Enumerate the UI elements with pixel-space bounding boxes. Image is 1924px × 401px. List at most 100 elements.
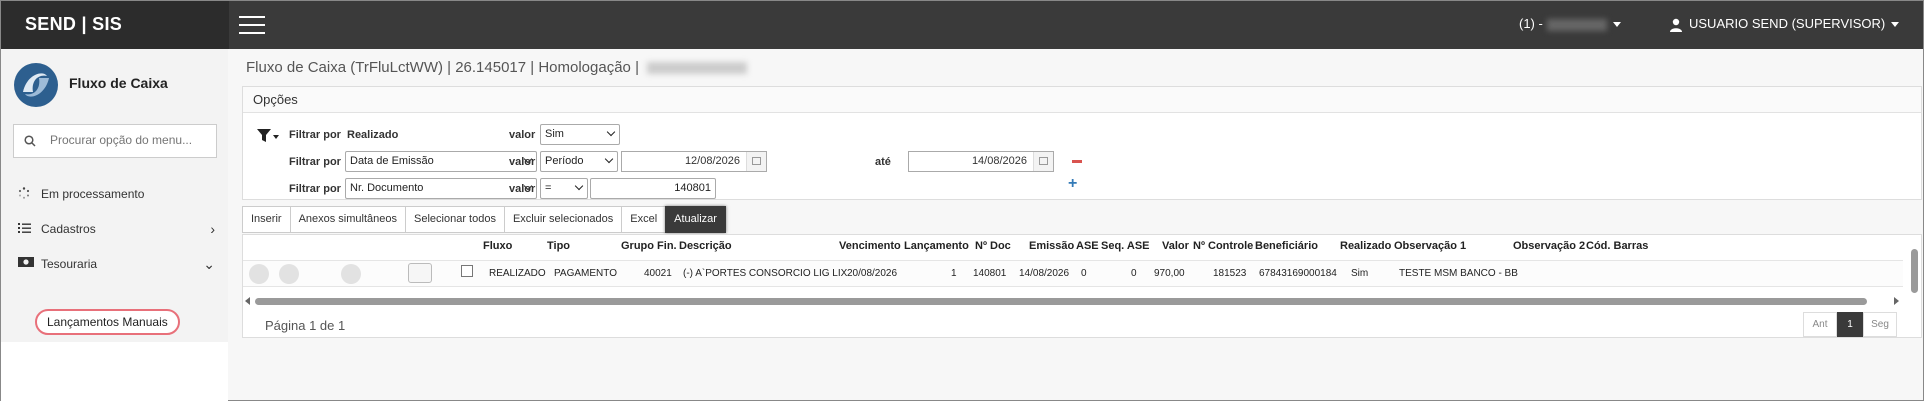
calendar-icon[interactable] [746, 152, 766, 171]
sidebar-footer [1, 342, 229, 401]
cell-fluxo: REALIZADO [489, 268, 546, 279]
cell-obs1: TESTE MSM BANCO - BB [1399, 268, 1518, 279]
excel-button[interactable]: Excel [621, 206, 666, 233]
search-icon [24, 135, 36, 147]
cell-tipo: PAGAMENTO [554, 268, 617, 279]
chevron-down-icon [606, 127, 616, 137]
scroll-left-icon[interactable] [245, 297, 250, 305]
filter-label: Filtrar por [289, 156, 341, 168]
link-icon[interactable] [341, 264, 361, 284]
user-icon [1670, 18, 1682, 32]
select-value: = [545, 182, 552, 194]
scroll-right-icon[interactable] [1894, 297, 1899, 305]
col-header-cod-barras[interactable]: Cód. Barras [1586, 240, 1648, 252]
page-title-text: Fluxo de Caixa (TrFluLctWW) | 26.145017 … [246, 59, 639, 76]
col-header-ase[interactable]: ASE [1076, 240, 1099, 252]
select-value: Período [545, 155, 584, 167]
brand-logo[interactable]: SEND | SIS [1, 1, 229, 49]
grid-toolbar: Inserir Anexos simultâneos Selecionar to… [242, 206, 726, 233]
chevron-down-icon: ⌄ [203, 256, 215, 272]
money-icon [18, 257, 34, 267]
col-header-ndoc[interactable]: Nº Doc [975, 240, 1011, 252]
filter-icon[interactable] [257, 129, 279, 143]
attachment-icon[interactable] [408, 263, 432, 283]
cell-lancamento: 1 [951, 268, 957, 279]
row-select-checkbox[interactable] [461, 265, 473, 277]
atualizar-button[interactable]: Atualizar [665, 206, 726, 233]
view-icon[interactable] [249, 264, 269, 284]
ate-label: até [875, 156, 891, 168]
menu-search-input[interactable] [50, 133, 210, 147]
spinner-icon [18, 187, 30, 199]
chevron-down-icon [574, 181, 584, 191]
next-page-button[interactable]: Seg [1863, 312, 1897, 337]
col-header-descricao[interactable]: Descrição [679, 240, 732, 252]
col-header-beneficiario[interactable]: Beneficiário [1255, 240, 1318, 252]
col-header-lancamento[interactable]: Lançamento [904, 240, 969, 252]
select-value: Sim [545, 128, 564, 140]
menu-search[interactable] [13, 124, 217, 158]
company-selector[interactable]: (1) - [1519, 16, 1621, 31]
date-to-input[interactable]: 14/08/2026 [908, 151, 1054, 172]
filter-field-realizado: Realizado [347, 129, 399, 141]
col-header-tipo[interactable]: Tipo [547, 240, 570, 252]
filter-op-select-equals[interactable]: = [540, 178, 588, 199]
cell-seq-ase: 0 [1131, 268, 1137, 279]
list-icon [18, 223, 31, 233]
excluir-selecionados-button[interactable]: Excluir selecionados [503, 206, 622, 233]
page-title: Fluxo de Caixa (TrFluLctWW) | 26.145017 … [246, 59, 747, 76]
sidebar: Fluxo de Caixa Em processamento Cadastro… [0, 49, 229, 401]
filter-op-select-periodo[interactable]: Período [540, 151, 618, 172]
options-header: Opções [243, 87, 1921, 113]
sidebar-item-label: Em processamento [41, 187, 145, 201]
col-header-obs2[interactable]: Observação 2 [1513, 240, 1585, 252]
results-grid: Fluxo Tipo Grupo Fin. Descrição Vencimen… [242, 234, 1922, 338]
add-filter-button[interactable]: + [1068, 175, 1077, 193]
select-value: Data de Emissão [350, 155, 434, 167]
col-header-fluxo[interactable]: Fluxo [483, 240, 512, 252]
cell-ncontrole: 181523 [1213, 268, 1247, 279]
user-name: USUARIO SEND (SUPERVISOR) [1689, 16, 1886, 31]
col-header-ncontrole[interactable]: Nº Controle [1193, 240, 1253, 252]
sidebar-subitem-lancamentos-manuais[interactable]: Lançamentos Manuais [35, 309, 180, 335]
date-from-value: 12/08/2026 [684, 155, 740, 167]
document-number-input[interactable]: 140801 [590, 178, 716, 199]
anexos-simultaneos-button[interactable]: Anexos simultâneos [289, 206, 406, 233]
edit-icon[interactable] [279, 264, 299, 284]
filter-value-select-realizado[interactable]: Sim [540, 124, 620, 145]
prev-page-button[interactable]: Ant [1803, 312, 1837, 337]
col-header-emissao[interactable]: Emissão [1029, 240, 1074, 252]
col-header-grupo[interactable]: Grupo Fin. [621, 240, 677, 252]
cell-beneficiario: 67843169000184 [1259, 268, 1337, 279]
calendar-icon[interactable] [1033, 152, 1053, 171]
main-content: Fluxo de Caixa (TrFluLctWW) | 26.145017 … [228, 49, 1924, 401]
filter-label: Filtrar por [289, 183, 341, 195]
cell-grupo: 40021 [644, 268, 672, 279]
vertical-scrollbar[interactable] [1910, 239, 1919, 305]
cell-vencimento: 20/08/2026 [847, 268, 898, 279]
col-header-obs1[interactable]: Observação 1 [1394, 240, 1466, 252]
selecionar-todos-button[interactable]: Selecionar todos [405, 206, 504, 233]
environment-redacted [646, 62, 747, 75]
page-1-button[interactable]: 1 [1837, 312, 1863, 337]
col-header-realizado[interactable]: Realizado [1340, 240, 1391, 252]
valor-label: valor [509, 129, 536, 141]
menu-toggle-icon[interactable] [239, 16, 265, 34]
remove-filter-button[interactable] [1072, 160, 1082, 163]
date-from-input[interactable]: 12/08/2026 [621, 151, 767, 172]
sidebar-item-label: Cadastros [41, 222, 96, 236]
chevron-down-icon [1612, 22, 1621, 28]
scroll-thumb[interactable] [1911, 249, 1918, 293]
scroll-thumb[interactable] [255, 298, 1867, 305]
company-label: (1) - [1519, 16, 1543, 31]
sidebar-header: Fluxo de Caixa [1, 49, 228, 121]
sidebar-item-tesouraria[interactable]: Tesouraria ⌄ [1, 243, 229, 285]
col-header-valor[interactable]: Valor [1162, 240, 1189, 252]
cell-emissao: 14/08/2026 [1019, 268, 1070, 279]
user-menu[interactable]: USUARIO SEND (SUPERVISOR) [1669, 16, 1900, 32]
valor-label: valor [509, 156, 536, 168]
inserir-button[interactable]: Inserir [242, 206, 290, 233]
horizontal-scrollbar[interactable] [243, 295, 1903, 307]
col-header-vencimento[interactable]: Vencimento [839, 240, 901, 252]
col-header-seq-ase[interactable]: Seq. ASE [1101, 240, 1150, 252]
